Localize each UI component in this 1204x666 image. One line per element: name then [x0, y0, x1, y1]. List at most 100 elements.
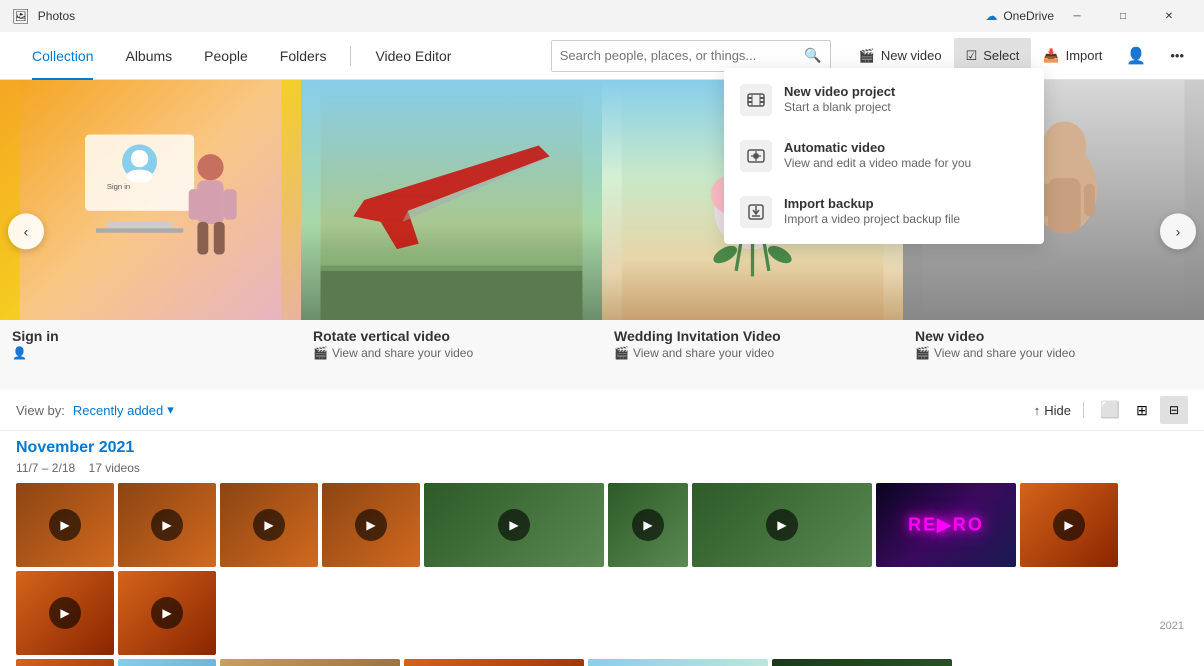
video-thumb-9[interactable]: ▶ — [1020, 483, 1118, 567]
play-button[interactable]: ▶ — [632, 509, 664, 541]
play-button[interactable]: ▶ — [49, 509, 81, 541]
search-input[interactable] — [560, 48, 797, 63]
rotate-sub: 🎬 View and share your video — [313, 346, 590, 360]
view-by-label: View by: — [16, 403, 65, 418]
newvideo-title: New video — [915, 328, 1192, 344]
app-logo-icon: 🖼 — [12, 8, 30, 25]
close-button[interactable]: ✕ — [1146, 0, 1192, 32]
signin-title: Sign in — [12, 328, 289, 344]
app-title: Photos — [38, 9, 75, 23]
newvideo-sub: 🎬 View and share your video — [915, 346, 1192, 360]
video-thumb-2[interactable]: ▶ — [118, 483, 216, 567]
select-icon: ☑ — [966, 48, 978, 64]
video-thumb-10[interactable]: ▶ — [16, 571, 114, 655]
toolbar: View by: Recently added ▾ ↑ Hide ⬜ ⊞ ⊟ — [0, 390, 1204, 431]
more-button[interactable]: ••• — [1158, 38, 1196, 74]
video-icon-new: 🎬 — [915, 346, 930, 360]
view-by-dropdown[interactable]: Recently added ▾ — [73, 402, 174, 418]
chevron-down-icon: ▾ — [167, 402, 174, 418]
nav-albums[interactable]: Albums — [109, 32, 188, 80]
gallery-section: November 2021 11/7 – 2/18 17 videos ▶ ▶ … — [0, 431, 1204, 666]
title-bar-left: 🖼 Photos — [12, 8, 75, 25]
play-button[interactable]: ▶ — [766, 509, 798, 541]
featured-item-rotate[interactable]: Rotate vertical video 🎬 View and share y… — [301, 80, 602, 390]
auto-video-icon — [740, 140, 772, 172]
onedrive-area: ☁ OneDrive — [985, 0, 1054, 32]
nav-divider — [350, 46, 351, 66]
view-small-grid-icon: ⊟ — [1169, 403, 1179, 417]
video-thumb-retro[interactable]: RE▶RO — [876, 483, 1016, 567]
wedding-title: Wedding Invitation Video — [614, 328, 891, 344]
play-button[interactable]: ▶ — [1053, 509, 1085, 541]
rotate-info: Rotate vertical video 🎬 View and share y… — [301, 320, 602, 368]
hide-button[interactable]: ↑ Hide — [1034, 403, 1071, 418]
featured-next-button[interactable]: › — [1160, 213, 1196, 249]
video-thumb-4[interactable]: ▶ — [322, 483, 420, 567]
svg-text:Sign in: Sign in — [107, 182, 130, 191]
video-thumb-1[interactable]: ▶ — [16, 483, 114, 567]
up-arrow-icon: ↑ — [1034, 403, 1041, 418]
play-button[interactable]: ▶ — [49, 597, 81, 629]
featured-prev-button[interactable]: ‹ — [8, 213, 44, 249]
dropdown-item-new-project[interactable]: New video project Start a blank project — [724, 72, 1044, 128]
import-button[interactable]: 📥 Import — [1031, 38, 1114, 74]
video-thumb-3[interactable]: ▶ — [220, 483, 318, 567]
import-backup-icon — [740, 196, 772, 228]
minimize-button[interactable]: ─ — [1054, 0, 1100, 32]
newvideo-info: New video 🎬 View and share your video — [903, 320, 1204, 368]
nav-folders[interactable]: Folders — [264, 32, 343, 80]
toolbar-right: ↑ Hide ⬜ ⊞ ⊟ — [1034, 396, 1188, 424]
video-thumb-6[interactable]: ▶ — [608, 483, 688, 567]
rotate-illustration — [301, 80, 602, 320]
video-thumb-11[interactable]: ▶ — [118, 571, 216, 655]
new-video-icon: 🎬 — [859, 48, 875, 64]
toolbar-left: View by: Recently added ▾ — [16, 402, 174, 418]
wedding-info: Wedding Invitation Video 🎬 View and shar… — [602, 320, 903, 368]
import-icon: 📥 — [1043, 48, 1059, 64]
view-single-icon: ⬜ — [1100, 400, 1120, 420]
title-bar: 🖼 Photos ☁ OneDrive ─ □ ✕ — [0, 0, 1204, 32]
section-subtitle: 11/7 – 2/18 17 videos — [16, 461, 1188, 475]
dropdown-automatic-text: Automatic video View and edit a video ma… — [784, 140, 971, 170]
account-button[interactable]: 👤 — [1114, 38, 1158, 74]
video-icon-wedding: 🎬 — [614, 346, 629, 360]
search-icon: 🔍 — [804, 47, 821, 64]
search-container[interactable]: 🔍 — [551, 40, 831, 72]
film-icon — [740, 84, 772, 116]
nav-people[interactable]: People — [188, 32, 264, 80]
dropdown-item-import[interactable]: Import backup Import a video project bac… — [724, 184, 1044, 240]
video-thumb-5[interactable]: ▶ — [424, 483, 604, 567]
view-mode-small-grid-button[interactable]: ⊟ — [1160, 396, 1188, 424]
toolbar-divider — [1083, 402, 1084, 418]
nav-collection[interactable]: Collection — [16, 32, 109, 80]
maximize-button[interactable]: □ — [1100, 0, 1146, 32]
view-mode-single-button[interactable]: ⬜ — [1096, 396, 1124, 424]
year-indicator: 2021 — [1160, 620, 1184, 632]
signin-illustration: Sign in — [0, 80, 301, 320]
signin-background: Sign in — [0, 80, 301, 320]
title-bar-controls: ☁ OneDrive ─ □ ✕ — [985, 0, 1192, 32]
featured-item-signin[interactable]: Sign in Sign in 👤 — [0, 80, 301, 390]
onedrive-label: OneDrive — [1003, 9, 1054, 23]
dropdown-menu: New video project Start a blank project … — [724, 68, 1044, 244]
play-button[interactable]: ▶ — [498, 509, 530, 541]
play-button[interactable]: ▶ — [151, 597, 183, 629]
view-grid-icon: ⊞ — [1136, 402, 1148, 419]
view-mode-grid-button[interactable]: ⊞ — [1128, 396, 1156, 424]
dropdown-item-automatic[interactable]: Automatic video View and edit a video ma… — [724, 128, 1044, 184]
dropdown-import-text: Import backup Import a video project bac… — [784, 196, 960, 226]
play-button[interactable]: ▶ — [253, 509, 285, 541]
section-title: November 2021 — [16, 439, 1188, 457]
play-button[interactable]: ▶ — [355, 509, 387, 541]
dropdown-new-project-text: New video project Start a blank project — [784, 84, 895, 114]
person-icon: 👤 — [12, 346, 27, 360]
play-button[interactable]: ▶ — [151, 509, 183, 541]
retro-text: RE▶RO — [908, 515, 984, 536]
video-thumb-7[interactable]: ▶ — [692, 483, 872, 567]
signin-sub: 👤 — [12, 346, 289, 360]
nav-video-editor[interactable]: Video Editor — [359, 32, 467, 80]
rotate-background — [301, 80, 602, 320]
rotate-title: Rotate vertical video — [313, 328, 590, 344]
onedrive-icon: ☁ — [985, 9, 997, 23]
signin-info: Sign in 👤 — [0, 320, 301, 368]
